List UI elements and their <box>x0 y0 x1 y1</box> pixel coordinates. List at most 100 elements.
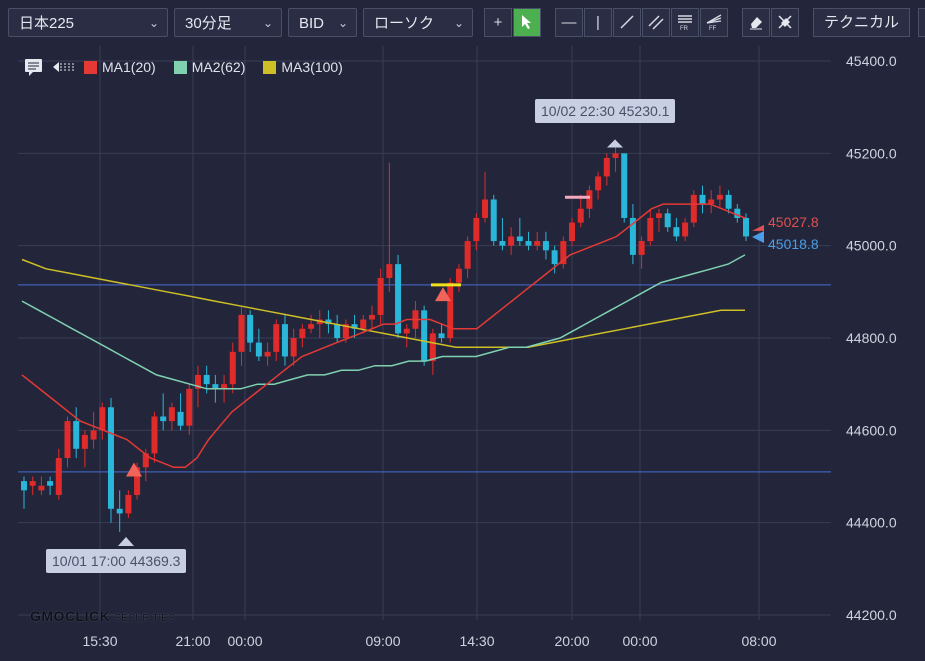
x-tick-label: 15:30 <box>82 633 117 649</box>
x-tick-label: 21:00 <box>175 633 210 649</box>
candle-body <box>151 416 158 454</box>
candle-body <box>229 351 236 385</box>
fib-retracement-button[interactable]: FR <box>671 8 699 37</box>
collapse-legend-icon[interactable] <box>52 60 76 74</box>
symbol-select[interactable]: 日本225 ⌄ <box>8 8 168 37</box>
high-price-callout: 10/02 22:30 45230.1 <box>535 99 676 123</box>
x-tick-label: 14:30 <box>459 633 494 649</box>
y-tick-label: 45400.0 <box>846 53 897 69</box>
legend-swatch <box>263 61 277 74</box>
candle-body <box>447 282 454 338</box>
price-type-select-label: BID <box>299 15 325 32</box>
candle-body <box>647 217 654 242</box>
x-tick-label: 09:00 <box>365 633 400 649</box>
candle-body <box>682 222 689 237</box>
eraser-icon <box>750 17 762 30</box>
trendline-button[interactable] <box>613 8 641 37</box>
candle-body <box>55 458 62 495</box>
candle-body <box>690 194 697 223</box>
hline-icon: — <box>561 14 577 31</box>
vline-icon: | <box>596 14 600 31</box>
ask-price-tag: 45027.8 <box>768 214 819 230</box>
fib-fan-button[interactable]: FF <box>700 8 728 37</box>
candle-body <box>455 268 462 283</box>
candle-body <box>429 333 436 362</box>
legend-ma1: MA1(20) <box>84 59 156 75</box>
legend-label: MA1(20) <box>102 59 156 75</box>
candle-body <box>203 374 210 385</box>
candle-body <box>273 324 280 352</box>
legend-label: MA3(100) <box>281 59 343 75</box>
price-type-select[interactable]: BID ⌄ <box>288 8 357 37</box>
chevron-down-icon: ⌄ <box>262 16 273 30</box>
y-tick-label: 45200.0 <box>846 145 897 161</box>
candle-body <box>116 508 123 514</box>
candle-body <box>81 434 88 449</box>
candle-body <box>308 324 315 329</box>
candle-body <box>290 338 297 357</box>
pointer-button[interactable] <box>513 8 541 37</box>
candle-body <box>473 217 480 242</box>
candle-body <box>490 199 497 242</box>
crosshair-icon: + <box>493 14 503 31</box>
candle-body <box>38 485 45 491</box>
chart-style-select[interactable]: ローソク ⌄ <box>363 8 473 37</box>
candle-body <box>673 227 680 237</box>
candle-body <box>403 328 410 334</box>
candle-body <box>551 250 558 265</box>
candle-body <box>360 319 367 329</box>
pointer-icon <box>522 15 531 29</box>
ask-price-pointer-icon <box>752 224 764 231</box>
crosshair-button[interactable]: + <box>484 8 512 37</box>
vline-button[interactable]: | <box>584 8 612 37</box>
candle-body <box>438 333 445 338</box>
hline-button[interactable]: — <box>555 8 583 37</box>
legend-swatch <box>173 61 187 74</box>
candle-body <box>464 241 471 269</box>
candle-body <box>186 388 193 426</box>
eraser-all-button[interactable] <box>771 8 799 37</box>
candle-body <box>595 176 602 191</box>
toolbar-overflow[interactable] <box>918 8 925 37</box>
candle-body <box>569 222 576 242</box>
legend-swatch <box>84 61 97 74</box>
legend-ma2: MA2(62) <box>173 59 245 75</box>
candle-body <box>725 194 732 209</box>
technical-button[interactable]: テクニカル <box>813 8 911 37</box>
y-tick-label: 44200.0 <box>846 607 897 623</box>
comment-icon[interactable] <box>24 58 44 76</box>
timeframe-select[interactable]: 30分足 ⌄ <box>174 8 282 37</box>
candle-body <box>160 416 167 422</box>
candle-body <box>586 190 593 209</box>
candle-body <box>421 310 428 362</box>
candle-body <box>508 236 515 246</box>
candle-body <box>47 481 54 486</box>
x-tick-label: 20:00 <box>554 633 589 649</box>
y-tick-label: 44400.0 <box>846 515 897 531</box>
candle-body <box>255 342 262 357</box>
timeframe-select-label: 30分足 <box>185 15 232 32</box>
candle-body <box>743 217 749 237</box>
eraser-button[interactable] <box>742 8 770 37</box>
high-callout-pointer <box>607 139 623 148</box>
candle-body <box>499 241 506 246</box>
candle-body <box>264 351 271 357</box>
candle-body <box>386 264 393 278</box>
logo-main: GMOCLICK <box>30 608 111 624</box>
candle-body <box>281 324 288 357</box>
chart-style-select-label: ローソク <box>374 15 435 32</box>
symbol-select-label: 日本225 <box>19 15 75 32</box>
fib-fan-icon: FF <box>706 14 722 32</box>
svg-text:FF: FF <box>709 26 717 31</box>
chevron-down-icon: ⌄ <box>453 16 464 30</box>
broker-logo: GMOCLICK SECURITIES <box>30 608 175 624</box>
candle-body <box>516 236 523 242</box>
x-tick-label: 00:00 <box>227 633 262 649</box>
candle-body <box>125 494 132 514</box>
chart-legend: MA1(20) MA2(62) MA3(100) <box>24 58 353 76</box>
candle-body <box>716 194 723 200</box>
channel-button[interactable] <box>642 8 670 37</box>
candle-body <box>90 430 97 440</box>
candle-body <box>368 314 375 320</box>
candle-body <box>525 241 532 246</box>
